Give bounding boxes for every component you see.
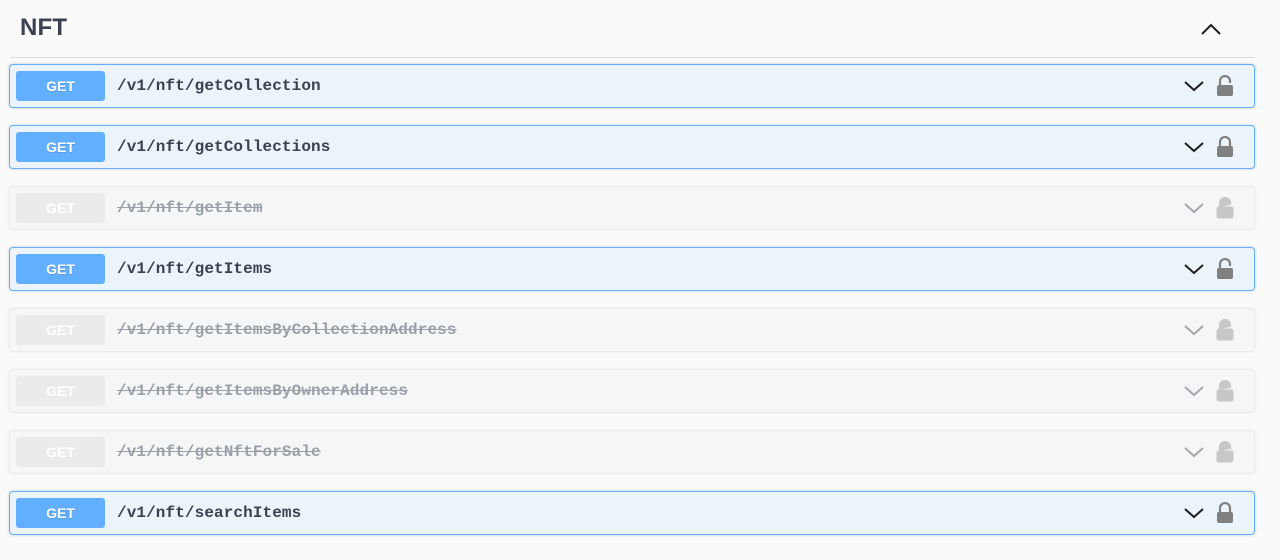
expand-button[interactable] [1182, 501, 1206, 525]
operation-path: /v1/nft/getCollection [117, 77, 321, 95]
expand-button[interactable] [1182, 318, 1206, 342]
operation-get-items[interactable]: GET /v1/nft/getItems [9, 247, 1255, 291]
method-badge: GET [16, 254, 105, 284]
lock-icon [1216, 380, 1234, 402]
operation-icons [1182, 187, 1236, 229]
operation-icons [1182, 248, 1236, 290]
lock-icon [1217, 136, 1233, 157]
collapse-button[interactable] [1191, 9, 1231, 49]
chevron-down-icon [1184, 447, 1204, 458]
chevron-down-icon [1184, 325, 1204, 336]
authorize-button[interactable] [1214, 257, 1236, 281]
expand-button[interactable] [1182, 196, 1206, 220]
chevron-down-icon [1184, 264, 1204, 275]
authorize-button[interactable] [1214, 501, 1236, 525]
authorize-button[interactable] [1214, 379, 1236, 403]
authorize-button[interactable] [1214, 196, 1236, 220]
chevron-down-icon [1184, 142, 1204, 153]
operations-list: GET /v1/nft/getCollection GET /v1/nft/ge… [9, 58, 1255, 535]
operation-icons [1182, 370, 1236, 412]
tag-header[interactable]: NFT [11, 0, 1255, 58]
chevron-down-icon [1184, 508, 1204, 519]
expand-button[interactable] [1182, 440, 1206, 464]
operation-icons [1182, 126, 1236, 168]
operation-get-collections[interactable]: GET /v1/nft/getCollections [9, 125, 1255, 169]
lock-icon [1216, 319, 1234, 341]
chevron-up-icon [1201, 23, 1221, 35]
swagger-tag-section: NFT GET /v1/nft/getCollection GET /v1/nf… [0, 0, 1280, 560]
operation-get-items-by-owner-address[interactable]: GET /v1/nft/getItemsByOwnerAddress [9, 369, 1255, 413]
method-badge: GET [16, 376, 105, 406]
operation-icons [1182, 65, 1236, 107]
operation-path: /v1/nft/getItem [117, 199, 263, 217]
method-badge: GET [16, 498, 105, 528]
method-badge: GET [16, 132, 105, 162]
operation-get-items-by-collection-address[interactable]: GET /v1/nft/getItemsByCollectionAddress [9, 308, 1255, 352]
operation-get-collection[interactable]: GET /v1/nft/getCollection [9, 64, 1255, 108]
operation-get-nft-for-sale[interactable]: GET /v1/nft/getNftForSale [9, 430, 1255, 474]
chevron-down-icon [1184, 81, 1204, 92]
operation-path: /v1/nft/searchItems [117, 504, 302, 522]
operation-path: /v1/nft/getItems [117, 260, 273, 278]
lock-icon [1217, 258, 1233, 279]
lock-icon [1216, 197, 1234, 219]
operation-icons [1182, 309, 1236, 351]
operation-icons [1182, 431, 1236, 473]
expand-button[interactable] [1182, 379, 1206, 403]
operation-path: /v1/nft/getItemsByCollectionAddress [117, 321, 457, 339]
method-badge: GET [16, 193, 105, 223]
lock-icon [1217, 75, 1233, 96]
operation-search-items[interactable]: GET /v1/nft/searchItems [9, 491, 1255, 535]
expand-button[interactable] [1182, 257, 1206, 281]
chevron-down-icon [1184, 386, 1204, 397]
expand-button[interactable] [1182, 135, 1206, 159]
operation-get-item[interactable]: GET /v1/nft/getItem [9, 186, 1255, 230]
method-badge: GET [16, 71, 105, 101]
authorize-button[interactable] [1214, 318, 1236, 342]
tag-title: NFT [20, 13, 68, 41]
method-badge: GET [16, 437, 105, 467]
authorize-button[interactable] [1214, 135, 1236, 159]
lock-icon [1217, 502, 1233, 523]
authorize-button[interactable] [1214, 74, 1236, 98]
operation-path: /v1/nft/getNftForSale [117, 443, 321, 461]
operation-icons [1182, 492, 1236, 534]
method-badge: GET [16, 315, 105, 345]
chevron-down-icon [1184, 203, 1204, 214]
expand-button[interactable] [1182, 74, 1206, 98]
lock-icon [1216, 441, 1234, 463]
operation-path: /v1/nft/getCollections [117, 138, 331, 156]
operation-path: /v1/nft/getItemsByOwnerAddress [117, 382, 409, 400]
authorize-button[interactable] [1214, 440, 1236, 464]
